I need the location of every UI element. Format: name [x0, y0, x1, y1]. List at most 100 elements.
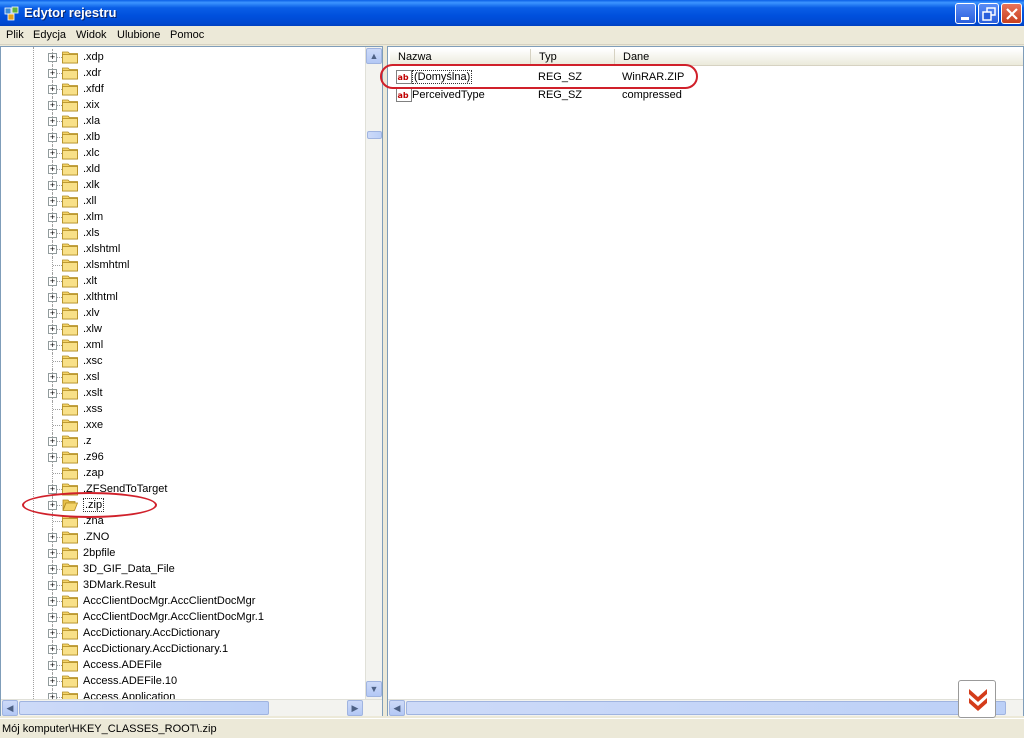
- expand-icon[interactable]: +: [48, 325, 57, 334]
- tree-item[interactable]: + .xslt: [1, 385, 365, 401]
- expand-icon[interactable]: +: [48, 165, 57, 174]
- expand-icon[interactable]: +: [48, 149, 57, 158]
- expand-icon[interactable]: +: [48, 373, 57, 382]
- tree-item[interactable]: + .xlv: [1, 305, 365, 321]
- expand-icon[interactable]: +: [48, 213, 57, 222]
- tree-item[interactable]: + .xml: [1, 337, 365, 353]
- tree-item[interactable]: + .xlshtml: [1, 241, 365, 257]
- expand-icon[interactable]: +: [48, 549, 57, 558]
- tree-item[interactable]: + .xlc: [1, 145, 365, 161]
- menu-ulubione[interactable]: Ulubione: [117, 29, 160, 41]
- tree-item[interactable]: + .xix: [1, 97, 365, 113]
- tree-item[interactable]: + .xdr: [1, 65, 365, 81]
- tree-item[interactable]: + .z96: [1, 449, 365, 465]
- tree-item[interactable]: +3D_GIF_Data_File: [1, 561, 365, 577]
- folder-icon: [62, 547, 78, 560]
- scroll-left-button[interactable]: ◀: [2, 700, 18, 716]
- tree-item-label: .xsc: [83, 355, 103, 367]
- tree-item[interactable]: +2bpfile: [1, 545, 365, 561]
- tree-item-label: AccClientDocMgr.AccClientDocMgr: [83, 595, 256, 607]
- expand-icon[interactable]: +: [48, 565, 57, 574]
- expand-icon[interactable]: +: [48, 229, 57, 238]
- close-button[interactable]: [1001, 3, 1022, 24]
- tree-item[interactable]: + .xsl: [1, 369, 365, 385]
- expand-icon[interactable]: +: [48, 117, 57, 126]
- tree-item[interactable]: + .z: [1, 433, 365, 449]
- scroll-right-button[interactable]: ▶: [347, 700, 363, 716]
- folder-icon: [62, 435, 78, 448]
- tree-item[interactable]: .xsc: [1, 353, 365, 369]
- tree-item[interactable]: + .xlb: [1, 129, 365, 145]
- expand-icon[interactable]: +: [48, 597, 57, 606]
- scroll-up-button[interactable]: ▲: [366, 48, 382, 64]
- tree-item[interactable]: .xss: [1, 401, 365, 417]
- expand-icon[interactable]: +: [48, 53, 57, 62]
- tree-item[interactable]: + .xld: [1, 161, 365, 177]
- tree-horizontal-scrollbar[interactable]: ◀ ▶: [1, 699, 382, 716]
- tree-vertical-scrollbar[interactable]: ▲ ▼: [365, 47, 382, 699]
- tree-item[interactable]: +3DMark.Result: [1, 577, 365, 593]
- scroll-left-button[interactable]: ◀: [389, 700, 405, 716]
- download-arrows-badge[interactable]: [958, 680, 996, 718]
- tree-item-label: .xld: [83, 163, 101, 175]
- tree-item[interactable]: + .xfdf: [1, 81, 365, 97]
- tree-item[interactable]: + AccClientDocMgr.AccClientDocMgr.1: [1, 609, 365, 625]
- scroll-down-button[interactable]: ▼: [366, 681, 382, 697]
- tree-item-label: .xlb: [83, 131, 101, 143]
- expand-icon[interactable]: +: [48, 277, 57, 286]
- expand-icon[interactable]: +: [48, 69, 57, 78]
- menu-edycja[interactable]: Edycja: [33, 29, 66, 41]
- tree-item[interactable]: .xxe: [1, 417, 365, 433]
- expand-icon[interactable]: +: [48, 629, 57, 638]
- menu-pomoc[interactable]: Pomoc: [170, 29, 204, 41]
- expand-icon[interactable]: +: [48, 485, 57, 494]
- tree-item[interactable]: .xlsmhtml: [1, 257, 365, 273]
- tree-item[interactable]: .zap: [1, 465, 365, 481]
- tree-item[interactable]: + AccDictionary.AccDictionary.1: [1, 641, 365, 657]
- expand-icon[interactable]: +: [48, 245, 57, 254]
- expand-icon[interactable]: +: [48, 389, 57, 398]
- expand-icon[interactable]: +: [48, 645, 57, 654]
- expand-icon[interactable]: +: [48, 661, 57, 670]
- expand-icon[interactable]: +: [48, 677, 57, 686]
- tree-item[interactable]: + .ZNO: [1, 529, 365, 545]
- tree-item[interactable]: + .xla: [1, 113, 365, 129]
- values-pane[interactable]: Nazwa Typ Dane ab (Domyślna) REG_SZ WinR…: [387, 46, 1024, 716]
- tree-item[interactable]: + .xlk: [1, 177, 365, 193]
- menu-plik[interactable]: Plik: [6, 29, 24, 41]
- tree-item[interactable]: + .xlt: [1, 273, 365, 289]
- expand-icon[interactable]: +: [48, 181, 57, 190]
- tree-item[interactable]: + Access.ADEFile.10: [1, 673, 365, 689]
- expand-icon[interactable]: +: [48, 101, 57, 110]
- expand-icon[interactable]: +: [48, 453, 57, 462]
- minimize-button[interactable]: [955, 3, 976, 24]
- value-row-perceivedtype[interactable]: ab PerceivedType REG_SZ compressed: [393, 87, 1013, 103]
- expand-icon[interactable]: +: [48, 533, 57, 542]
- menu-widok[interactable]: Widok: [76, 29, 107, 41]
- values-hscroll-thumb[interactable]: [406, 701, 1006, 715]
- tree-item[interactable]: + .xlthtml: [1, 289, 365, 305]
- expand-icon[interactable]: +: [48, 85, 57, 94]
- tree-vscroll-thumb[interactable]: [367, 131, 382, 139]
- tree-item[interactable]: + Access.ADEFile: [1, 657, 365, 673]
- tree-item[interactable]: + .xlw: [1, 321, 365, 337]
- tree-item[interactable]: + .xlm: [1, 209, 365, 225]
- expand-icon[interactable]: +: [48, 613, 57, 622]
- expand-icon[interactable]: +: [48, 197, 57, 206]
- expand-icon[interactable]: +: [48, 133, 57, 142]
- expand-icon[interactable]: +: [48, 341, 57, 350]
- tree-item[interactable]: + .xll: [1, 193, 365, 209]
- tree-item[interactable]: + .xdp: [1, 49, 365, 65]
- expand-icon[interactable]: +: [48, 293, 57, 302]
- tree-item[interactable]: + AccDictionary.AccDictionary: [1, 625, 365, 641]
- tree-item[interactable]: + AccClientDocMgr.AccClientDocMgr: [1, 593, 365, 609]
- values-horizontal-scrollbar[interactable]: ◀: [388, 699, 1023, 716]
- expand-icon[interactable]: +: [48, 309, 57, 318]
- maximize-button[interactable]: [978, 3, 999, 24]
- folder-icon: [62, 595, 78, 608]
- expand-icon[interactable]: +: [48, 581, 57, 590]
- expand-icon[interactable]: +: [48, 437, 57, 446]
- tree-hscroll-thumb[interactable]: [19, 701, 269, 715]
- key-tree-pane[interactable]: + .xdp + .xdr + .xfdf + .xix + .xla + .xlb + .xlc + .xl…: [0, 46, 383, 716]
- tree-item[interactable]: + .xls: [1, 225, 365, 241]
